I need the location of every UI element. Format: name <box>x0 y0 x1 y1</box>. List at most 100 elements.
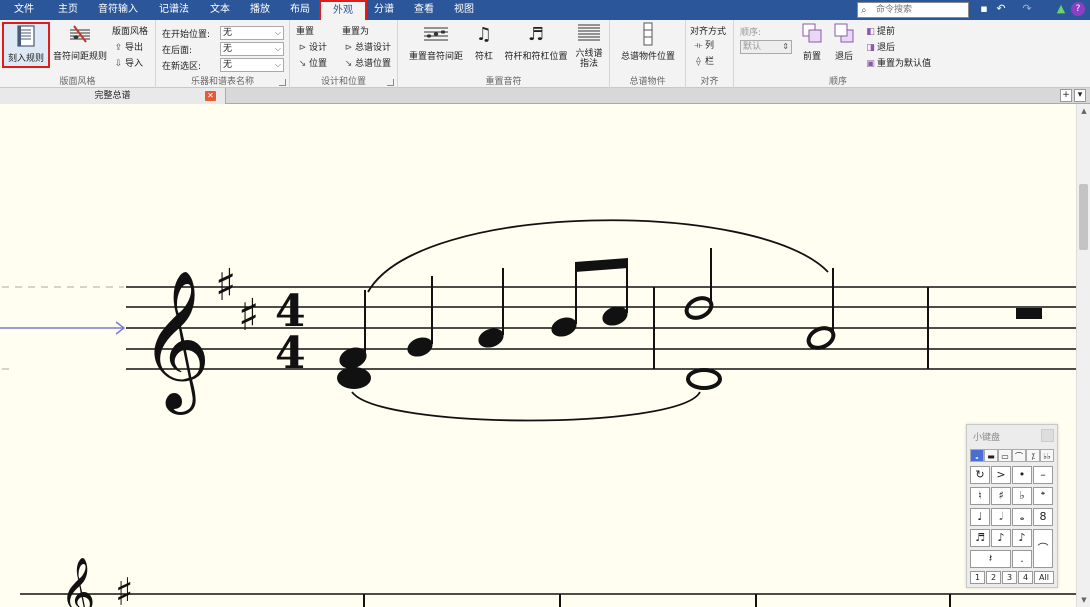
menu-notations[interactable]: 记谱法 <box>152 0 196 20</box>
note-half[interactable] <box>805 268 836 352</box>
keypad-tab-beams[interactable]: ▭ <box>998 449 1012 462</box>
keypad-key-natural[interactable]: ♮ <box>970 487 990 505</box>
scrollbar-thumb[interactable] <box>1079 184 1088 250</box>
score-position-button[interactable]: ↘ 总谱位置 <box>342 57 391 72</box>
sharp-c-icon[interactable]: ♯ <box>238 290 259 341</box>
whole-rest[interactable] <box>1016 308 1042 319</box>
command-search-input[interactable]: ⌕ 命令搜索 <box>857 2 969 18</box>
keypad-key-accent[interactable]: > <box>991 466 1011 484</box>
score-object-position-button[interactable]: 总谱物件位置 <box>616 22 680 68</box>
send-to-back-button[interactable]: 退后 <box>830 22 858 68</box>
tab-menu-button[interactable]: ▾ <box>1074 89 1086 102</box>
keypad-layer-4[interactable]: 4 <box>1018 571 1033 584</box>
keypad-layer-all[interactable]: All <box>1034 571 1054 584</box>
keypad-key-tie[interactable]: 𝄌 <box>1033 487 1053 505</box>
menu-note-input[interactable]: 音符输入 <box>92 0 144 20</box>
keypad-key-16th[interactable]: ♪ <box>991 529 1011 547</box>
keypad-tab-articulations[interactable]: ⌒ <box>1012 449 1026 462</box>
engraving-rules-button[interactable]: 刻入规则 <box>2 22 50 68</box>
keypad-key-tenuto[interactable]: – <box>1033 466 1053 484</box>
keypad-key-slur[interactable]: ⌒ <box>1033 529 1053 568</box>
reset-as-button[interactable]: 重置为 <box>342 25 369 40</box>
reset-note-spacing-button[interactable]: 重置音符间距 <box>406 22 466 68</box>
align-row-button[interactable]: ⟠ 栏 <box>692 55 714 70</box>
menu-appearance[interactable]: 外观 <box>319 0 367 22</box>
note-spacing-rules-button[interactable]: 音符间距规则 <box>52 22 108 68</box>
note-half[interactable] <box>683 248 714 322</box>
menu-file[interactable]: 文件 <box>0 0 48 20</box>
save-icon[interactable]: ▪ <box>977 2 991 16</box>
keypad-key-flat[interactable]: ♭ <box>1012 487 1032 505</box>
treble-clef-icon[interactable]: 𝄞 <box>60 557 95 607</box>
minimize-ribbon-icon[interactable]: ▲ <box>1054 2 1068 16</box>
at-start-select[interactable]: 无 ⌵ <box>220 26 284 40</box>
send-backward-button[interactable]: ◨ 退后 <box>864 41 895 56</box>
tab-fingering-button[interactable]: 六线谱指法 <box>572 22 606 69</box>
tab-full-score[interactable]: 完整总谱 <box>0 88 226 104</box>
sharp-f-icon[interactable]: ♯ <box>215 260 236 311</box>
design-button[interactable]: ⊳ 设计 <box>296 41 327 56</box>
sharp-f-icon[interactable]: ♯ <box>115 570 133 607</box>
dialog-launcher-icon[interactable] <box>279 79 286 86</box>
undo-icon[interactable]: ↶ <box>994 2 1008 16</box>
keypad-key-rest[interactable]: 𝄽 <box>970 550 1011 568</box>
beams-button[interactable]: ♫ 符杠 <box>470 22 498 68</box>
lower-slur[interactable] <box>351 391 701 422</box>
align-column-button[interactable]: ⟛ 列 <box>692 39 714 54</box>
keypad-tab-more-notes[interactable]: ▬ <box>984 449 998 462</box>
menu-home[interactable]: 主页 <box>52 0 84 20</box>
keypad-key-quarter[interactable]: ♩ <box>970 508 990 526</box>
keypad-tab-common-notes[interactable]: 𝅝 <box>970 449 984 462</box>
position-button[interactable]: ↘ 位置 <box>296 57 327 72</box>
stems-beams-position-button[interactable]: ♬ 符杆和符杠位置 <box>502 22 570 68</box>
keypad-layer-3[interactable]: 3 <box>1002 571 1017 584</box>
menu-layout[interactable]: 布局 <box>284 0 316 20</box>
time-signature-denominator[interactable]: 4 <box>275 328 306 379</box>
slur[interactable] <box>367 219 829 293</box>
note-whole[interactable] <box>686 368 722 390</box>
menu-play[interactable]: 播放 <box>244 0 276 20</box>
treble-clef-icon[interactable]: 𝄞 <box>140 270 211 415</box>
bring-to-front-button[interactable]: 前置 <box>798 22 826 68</box>
add-tab-button[interactable]: + <box>1060 89 1072 102</box>
reset-order-button[interactable]: ▣ 重置为默认值 <box>864 57 931 72</box>
menu-parts[interactable]: 分谱 <box>368 0 400 20</box>
keypad-close-button[interactable] <box>1041 429 1054 442</box>
scroll-up-icon[interactable]: ▲ <box>1079 106 1089 116</box>
note-quarter[interactable] <box>476 268 507 351</box>
keypad-key-whole[interactable]: 𝅝 <box>1012 508 1032 526</box>
reset-button[interactable]: 重置 <box>296 25 314 40</box>
import-button[interactable]: ⇩ 导入 <box>112 57 143 72</box>
note-quarter[interactable] <box>405 276 436 360</box>
keypad-layer-2[interactable]: 2 <box>986 571 1001 584</box>
keypad-key-eighth[interactable]: ♪ <box>1012 529 1032 547</box>
order-select[interactable]: 默认 ⇕ <box>740 40 792 54</box>
score-canvas[interactable]: 𝄞 ♯ ♯ 4 4 𝄞 ♯ <box>0 104 1076 607</box>
score-design-button[interactable]: ⊳ 总谱设计 <box>342 41 391 56</box>
vertical-scrollbar[interactable]: ▲ ▼ <box>1076 104 1090 607</box>
menu-review[interactable]: 查看 <box>408 0 440 20</box>
keypad-tab-accidentals[interactable]: ♭♭ <box>1040 449 1054 462</box>
subsequently-select[interactable]: 无 ⌵ <box>220 42 284 56</box>
bring-forward-button[interactable]: ◧ 提前 <box>864 25 895 40</box>
keypad-key-dot[interactable]: . <box>1012 550 1032 568</box>
keypad-key-half[interactable]: 𝅗𝅥 <box>991 508 1011 526</box>
chord-note-1[interactable] <box>336 290 371 389</box>
keypad-key-staccato[interactable]: • <box>1012 466 1032 484</box>
keypad-key-reinput[interactable]: ↻ <box>970 466 990 484</box>
new-section-select[interactable]: 无 ⌵ <box>220 58 284 72</box>
house-style-button[interactable]: 版面风格 <box>112 25 148 40</box>
keypad-key-sharp[interactable]: ♯ <box>991 487 1011 505</box>
keypad-key-32nd[interactable]: ♬ <box>970 529 990 547</box>
keypad-key-double-whole[interactable]: 8 <box>1033 508 1053 526</box>
export-button[interactable]: ⇪ 导出 <box>112 41 143 56</box>
close-icon[interactable]: ✕ <box>205 91 216 101</box>
scroll-down-icon[interactable]: ▼ <box>1079 595 1089 605</box>
menu-text[interactable]: 文本 <box>204 0 236 20</box>
align-mode-button[interactable]: 对齐方式 <box>690 25 726 40</box>
dialog-launcher-icon[interactable] <box>387 79 394 86</box>
menu-view[interactable]: 视图 <box>448 0 480 20</box>
redo-icon[interactable]: ↷ <box>1020 2 1034 16</box>
keypad-tab-jazz[interactable]: ⁒ <box>1026 449 1040 462</box>
help-icon[interactable]: ? <box>1071 2 1085 16</box>
